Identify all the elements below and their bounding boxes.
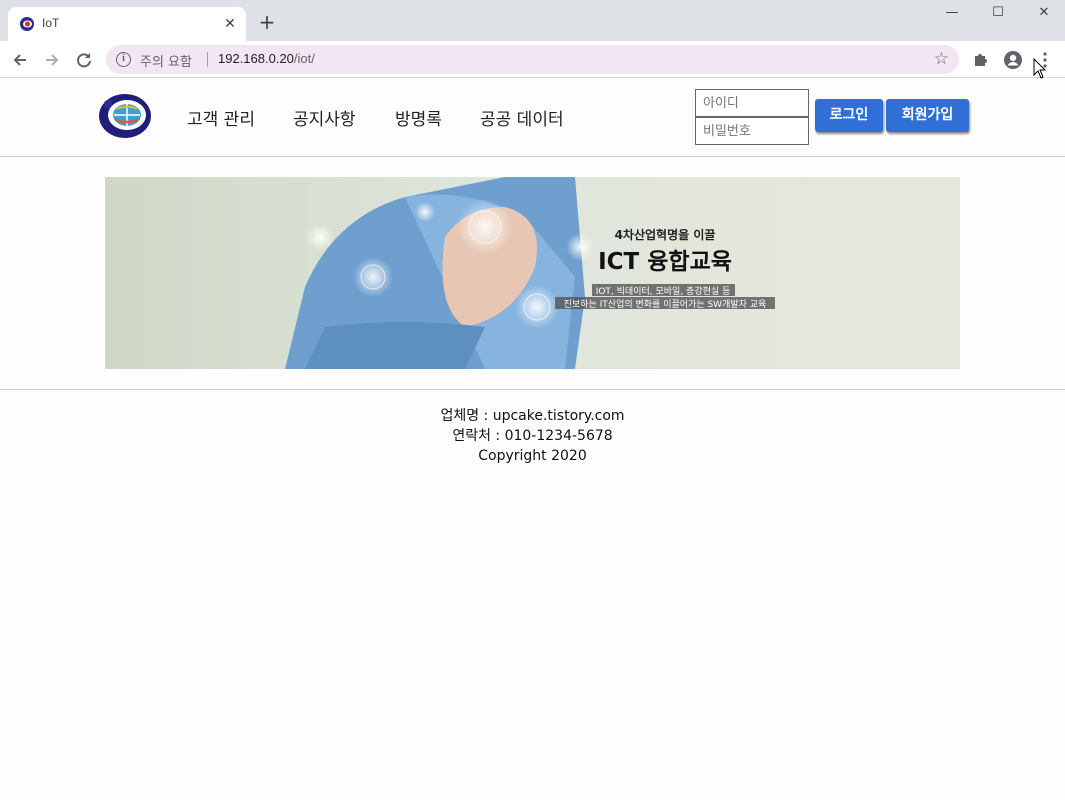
address-divider bbox=[207, 52, 208, 67]
browser-tab[interactable]: IoT ✕ bbox=[8, 7, 246, 41]
menu-customer-management[interactable]: 고객 관리 bbox=[187, 105, 255, 130]
url-path: /iot/ bbox=[293, 51, 315, 66]
reload-icon[interactable] bbox=[73, 49, 95, 71]
tab-title: IoT bbox=[42, 16, 60, 30]
ict-banner[interactable]: 4차산업혁명을 이끌 ICT 융합교육 IOT, 빅데이터, 모바일, 증강현실… bbox=[105, 177, 960, 369]
forward-icon[interactable] bbox=[41, 49, 63, 71]
address-bar[interactable]: i 주의 요함 192.168.0.20/iot/ ☆ bbox=[106, 45, 959, 74]
signup-button[interactable]: 회원가입 bbox=[886, 99, 969, 132]
menu-public-data[interactable]: 공공 데이터 bbox=[480, 105, 564, 130]
footer-contact: 연락처 : 010-1234-5678 bbox=[452, 428, 613, 444]
extensions-icon[interactable] bbox=[971, 50, 991, 70]
minimize-button[interactable]: — bbox=[940, 4, 964, 22]
login-button[interactable]: 로그인 bbox=[815, 99, 883, 132]
site-favicon-icon bbox=[20, 17, 34, 31]
tab-close-icon[interactable]: ✕ bbox=[222, 16, 238, 32]
menu-guestbook[interactable]: 방명록 bbox=[395, 105, 442, 130]
back-icon[interactable] bbox=[9, 49, 31, 71]
close-window-button[interactable]: ✕ bbox=[1032, 4, 1056, 22]
site-header: 고객 관리 공지사항 방명록 공공 데이터 로그인 회원가입 bbox=[0, 78, 1065, 157]
page: 고객 관리 공지사항 방명록 공공 데이터 로그인 회원가입 bbox=[0, 78, 1065, 800]
info-icon[interactable]: i bbox=[116, 52, 131, 67]
footer-copyright: Copyright 2020 bbox=[478, 448, 587, 464]
id-input[interactable] bbox=[695, 89, 809, 117]
browser-toolbar: i 주의 요함 192.168.0.20/iot/ ☆ bbox=[0, 41, 1065, 78]
banner-title: ICT 융합교육 bbox=[598, 249, 732, 275]
profile-icon[interactable] bbox=[1003, 50, 1023, 70]
security-warning: 주의 요함 bbox=[140, 55, 192, 70]
new-tab-button[interactable]: + bbox=[257, 12, 277, 32]
content-divider bbox=[0, 389, 1065, 390]
star-icon[interactable]: ☆ bbox=[934, 49, 949, 69]
footer-company: 업체명 : upcake.tistory.com bbox=[440, 408, 625, 424]
site-logo-icon[interactable] bbox=[96, 92, 154, 142]
tab-strip: IoT ✕ + — ☐ ✕ bbox=[0, 0, 1065, 41]
password-input[interactable] bbox=[695, 117, 809, 145]
site-footer: 업체명 : upcake.tistory.com 연락처 : 010-1234-… bbox=[0, 406, 1065, 466]
maximize-button[interactable]: ☐ bbox=[986, 4, 1010, 22]
banner-line2: 진보하는 IT산업의 변화를 이끌어가는 SW개발자 교육 bbox=[564, 299, 767, 310]
banner-kicker: 4차산업혁명을 이끌 bbox=[615, 227, 716, 242]
mouse-cursor-icon bbox=[1033, 58, 1047, 79]
banner-line1: IOT, 빅데이터, 모바일, 증강현실 등 bbox=[596, 286, 731, 297]
url-host: 192.168.0.20 bbox=[218, 51, 294, 66]
menu-notice[interactable]: 공지사항 bbox=[293, 105, 356, 130]
url-text[interactable]: 192.168.0.20/iot/ bbox=[218, 51, 315, 66]
